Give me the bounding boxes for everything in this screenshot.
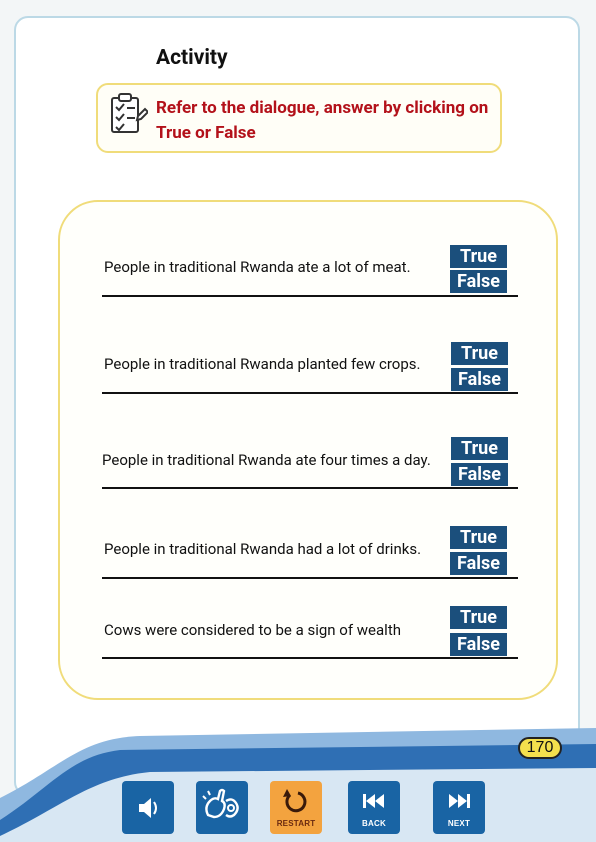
sign-language-button[interactable]: [196, 781, 248, 834]
question-text: People in traditional Rwanda planted few…: [104, 355, 421, 373]
question-text: People in traditional Rwanda had a lot o…: [104, 540, 422, 558]
false-button[interactable]: False: [450, 552, 507, 575]
question-text: People in traditional Rwanda ate a lot o…: [104, 258, 411, 276]
question-underline: [102, 487, 518, 489]
activity-title: Activity: [156, 46, 228, 70]
page-number-badge: 170: [518, 737, 562, 759]
instruction-box: Refer to the dialogue, answer by clickin…: [96, 83, 502, 153]
true-button[interactable]: True: [451, 437, 508, 460]
back-button[interactable]: BACK: [348, 781, 400, 834]
false-button[interactable]: False: [450, 270, 507, 293]
false-button[interactable]: False: [451, 463, 508, 486]
false-button[interactable]: False: [450, 633, 507, 656]
true-button[interactable]: True: [451, 342, 508, 365]
true-button[interactable]: True: [450, 245, 507, 268]
audio-button[interactable]: [122, 781, 174, 834]
false-button[interactable]: False: [451, 368, 508, 391]
next-button[interactable]: NEXT: [433, 781, 485, 834]
restart-label: RESTART: [276, 819, 316, 828]
true-button[interactable]: True: [450, 606, 507, 629]
restart-button[interactable]: RESTART: [270, 781, 322, 834]
question-underline: [102, 392, 518, 394]
checklist-icon: [111, 93, 148, 133]
sign-language-icon: [202, 788, 239, 819]
next-label: NEXT: [447, 819, 471, 828]
back-label: BACK: [362, 819, 386, 828]
speaker-icon: [139, 798, 157, 818]
question-text: Cows were considered to be a sign of wea…: [104, 621, 401, 639]
question-text: People in traditional Rwanda ate four ti…: [102, 451, 431, 469]
true-button[interactable]: True: [450, 526, 507, 549]
question-underline: [102, 657, 518, 659]
instruction-text: Refer to the dialogue, answer by clickin…: [156, 98, 489, 143]
question-underline: [102, 577, 518, 579]
question-underline: [102, 295, 518, 297]
